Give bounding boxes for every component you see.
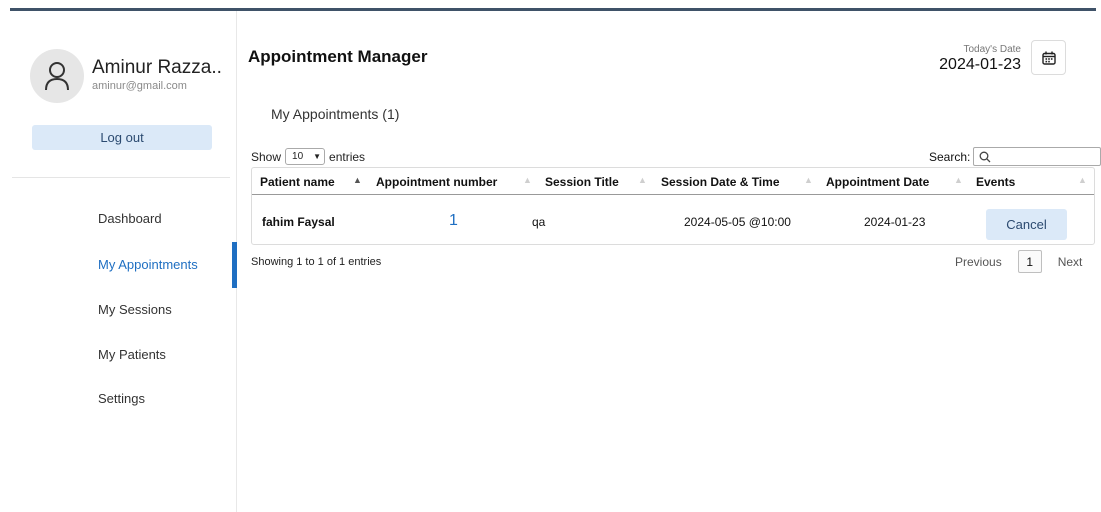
user-email: aminur@gmail.com: [92, 80, 187, 92]
sort-icon[interactable]: ▲: [523, 176, 532, 185]
cell-session-datetime: 2024-05-05 @10:00: [684, 215, 791, 229]
sort-icon[interactable]: ▲: [1078, 176, 1087, 185]
today-date-label: Today's Date: [963, 44, 1022, 55]
search-label: Search:: [929, 149, 971, 164]
entries-prefix: Show: [251, 149, 282, 164]
cell-patient-name: fahim Faysal: [262, 215, 335, 229]
sidebar-divider: [12, 177, 230, 178]
search-control: Search:: [929, 147, 1101, 166]
avatar: [30, 49, 84, 103]
search-input[interactable]: [973, 147, 1101, 166]
sidebar-item-settings[interactable]: Settings: [98, 391, 145, 406]
col-session-title[interactable]: Session Title: [545, 175, 619, 189]
today-date-value: 2024-01-23: [939, 56, 1021, 73]
logout-button[interactable]: Log out: [32, 125, 212, 150]
col-session-date-time[interactable]: Session Date & Time: [661, 175, 780, 189]
sidebar-item-my-sessions[interactable]: My Sessions: [98, 302, 172, 317]
cancel-button[interactable]: Cancel: [986, 209, 1067, 240]
pagination: Previous 1 Next: [955, 250, 1082, 273]
page-title: Appointment Manager: [248, 47, 428, 66]
col-appointment-date[interactable]: Appointment Date: [826, 175, 929, 189]
pagination-next[interactable]: Next: [1058, 255, 1083, 269]
sidebar-item-dashboard[interactable]: Dashboard: [98, 211, 162, 226]
sort-icon[interactable]: ▲: [638, 176, 647, 185]
sort-icon[interactable]: ▲: [954, 176, 963, 185]
col-appointment-number[interactable]: Appointment number: [376, 175, 497, 189]
cell-appointment-number[interactable]: 1: [449, 212, 458, 230]
user-name: Aminur Razza..: [92, 57, 222, 78]
appointments-table: Patient name ▲ Appointment number ▲ Sess…: [251, 167, 1095, 245]
user-icon: [45, 62, 69, 91]
entries-length-control: Show 10 ▼ entries: [251, 148, 365, 165]
calendar-button[interactable]: [1031, 40, 1066, 75]
sort-asc-icon[interactable]: ▲: [353, 176, 362, 185]
table-header: Patient name ▲ Appointment number ▲ Sess…: [252, 168, 1094, 195]
cell-appointment-date: 2024-01-23: [864, 215, 926, 229]
table-info: Showing 1 to 1 of 1 entries: [251, 256, 382, 268]
cell-session-title: qa: [532, 215, 546, 229]
col-events[interactable]: Events: [976, 175, 1015, 189]
col-patient-name[interactable]: Patient name: [260, 175, 335, 189]
pagination-previous[interactable]: Previous: [955, 255, 1002, 269]
section-title: My Appointments (1): [271, 106, 400, 122]
entries-select-value: 10: [292, 151, 304, 162]
calendar-icon: [1041, 51, 1056, 65]
chevron-down-icon: ▼: [313, 152, 322, 161]
search-icon: [979, 151, 991, 162]
sort-icon[interactable]: ▲: [804, 176, 813, 185]
entries-select[interactable]: 10 ▼: [285, 148, 326, 165]
sidebar-item-my-appointments[interactable]: My Appointments: [98, 257, 198, 272]
pagination-page-1[interactable]: 1: [1017, 250, 1042, 273]
active-nav-indicator: [232, 242, 237, 288]
sidebar-item-my-patients[interactable]: My Patients: [98, 347, 166, 362]
entries-suffix: entries: [329, 149, 366, 164]
